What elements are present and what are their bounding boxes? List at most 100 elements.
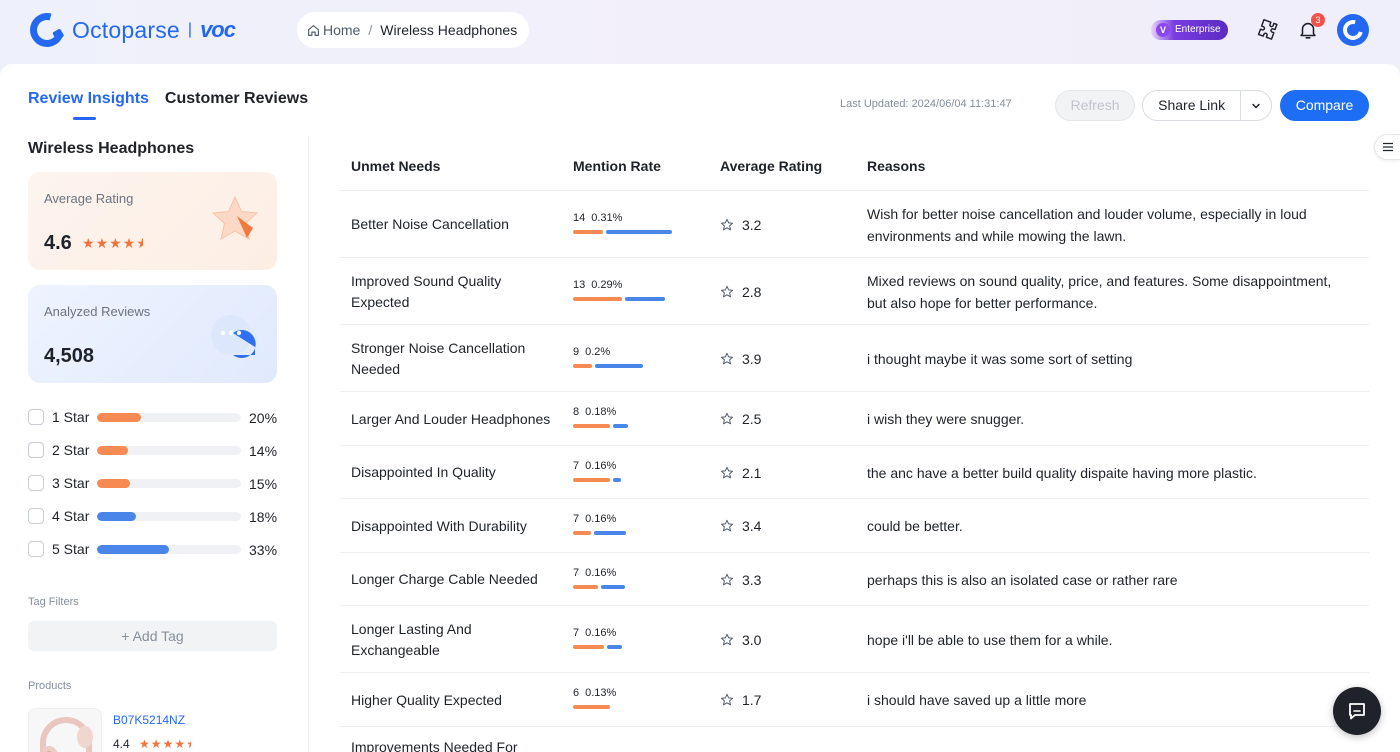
mention-rate-text: 13 0.29%: [573, 279, 703, 291]
unmet-need-cell: Stronger Noise Cancellation Needed: [351, 339, 526, 377]
average-rating-cell: 1.7: [720, 692, 761, 708]
main-panel: Review Insights Customer Reviews Last Up…: [0, 64, 1400, 752]
table-row[interactable]: Larger And Louder Headphones 8 0.18% 2.5 i w…: [340, 392, 1369, 446]
star-filter-bar-fill: [97, 545, 169, 554]
home-icon: [308, 24, 319, 36]
star-filter-bar: [97, 413, 241, 422]
column-header-mention-rate[interactable]: Mention Rate: [573, 158, 661, 174]
average-rating-cell-value: 3.2: [742, 216, 762, 233]
analyzed-reviews-card: Analyzed Reviews 4,508: [28, 285, 277, 383]
mention-rate-cell: 8 0.18%: [573, 406, 703, 428]
star-filter-checkbox[interactable]: [28, 541, 44, 557]
mention-rate-cell: 7 0.16%: [573, 627, 703, 649]
star-filter-label: 2 Star: [52, 442, 90, 458]
mention-percent: 0.16%: [585, 626, 617, 639]
chat-support-button[interactable]: [1333, 687, 1381, 735]
breadcrumb-home[interactable]: Home: [307, 22, 360, 38]
add-tag-button[interactable]: + Add Tag: [28, 621, 277, 651]
table-row[interactable]: Longer Lasting And Exchangeable 7 0.16% 3.0…: [340, 606, 1369, 673]
mention-bar-blue: [594, 531, 626, 535]
star-outline-icon: [721, 519, 733, 532]
unmet-need-cell: Larger And Louder Headphones: [351, 410, 551, 427]
share-dropdown-button[interactable]: [1240, 91, 1271, 120]
star-filter-checkbox[interactable]: [28, 475, 44, 491]
reason-cell: perhaps this is also an isolated case or…: [867, 571, 1178, 588]
voc-logo: voc: [200, 17, 236, 42]
table-row[interactable]: Disappointed In Quality 7 0.16% 2.1 the anc …: [340, 446, 1369, 499]
mention-count: 7: [573, 626, 580, 639]
mention-count: 8: [573, 406, 580, 418]
mention-rate-cell: 7 0.16%: [573, 567, 703, 589]
mention-rate-cell: 6 0.13%: [573, 687, 703, 709]
mention-bar-orange: [573, 296, 622, 301]
table-row[interactable]: Stronger Noise Cancellation Needed 9 0.2% 3…: [340, 325, 1369, 392]
column-header-reasons[interactable]: Reasons: [867, 158, 925, 174]
product-rating-stars: ★★★★★: [139, 737, 191, 751]
mention-rate-cell: 14 0.31%: [573, 212, 703, 234]
column-header-unmet-needs[interactable]: Unmet Needs: [351, 158, 440, 174]
star-filter-row[interactable]: 3 Star 15%: [28, 473, 280, 506]
breadcrumb-home-label: Home: [323, 22, 361, 38]
product-asin-link[interactable]: B07K5214NZ: [113, 713, 185, 727]
mention-rate-cell: 7 0.16%: [573, 460, 703, 482]
mention-bar-blue: [613, 424, 628, 428]
reason-cell: Wish for better noise cancellation and l…: [867, 205, 1307, 244]
mention-count: 7: [573, 459, 580, 472]
star-filter-bar: [97, 479, 241, 488]
average-rating-cell-value: 2.8: [742, 283, 762, 300]
product-thumbnail[interactable]: [28, 708, 102, 752]
tab-customer-reviews[interactable]: Customer Reviews: [165, 90, 308, 108]
unmet-needs-table: Unmet Needs Mention Rate Average Rating …: [340, 136, 1369, 752]
logo[interactable]: Octoparse | voc: [23, 6, 236, 54]
table-row[interactable]: Disappointed With Durability 7 0.16% 3.4 cou…: [340, 499, 1369, 553]
star-filter-percent: 20%: [249, 410, 278, 426]
mention-rate-cell: 13 0.29%: [573, 279, 703, 301]
mention-bar-orange: [573, 424, 610, 428]
star-filter-row[interactable]: 5 Star 33%: [28, 539, 280, 572]
mention-percent: 0.16%: [585, 459, 617, 472]
tab-review-insights[interactable]: Review Insights: [28, 90, 149, 120]
mention-rate-text: 8 0.18%: [573, 406, 703, 418]
star-filter-row[interactable]: 4 Star 18%: [28, 506, 280, 539]
mention-bar-blue: [607, 644, 622, 649]
mention-bar-orange: [573, 705, 610, 709]
table-body: Better Noise Cancellation 14 0.31% 3.2 Wish …: [340, 191, 1369, 752]
unmet-need-cell: Improvements Needed For: [351, 739, 518, 752]
star-outline-icon: [721, 285, 733, 297]
star-icon: ★: [95, 235, 110, 251]
table-row[interactable]: Improvements Needed For: [340, 727, 1369, 752]
product-title: Wireless Headphones: [28, 140, 195, 157]
mention-bar-blue: [595, 363, 643, 368]
mention-bar-blue: [601, 584, 625, 589]
compare-button[interactable]: Compare: [1280, 90, 1369, 121]
star-filter-row[interactable]: 2 Star 14%: [28, 440, 280, 473]
mention-bar-blue: [606, 229, 672, 234]
mention-rate-text: 7 0.16%: [573, 627, 703, 639]
refresh-button[interactable]: Refresh: [1055, 90, 1135, 121]
star-filter-checkbox[interactable]: [28, 508, 44, 524]
side-panel-toggle[interactable]: [1374, 134, 1400, 160]
mention-bar-orange: [573, 644, 604, 649]
star-filter-checkbox[interactable]: [28, 442, 44, 458]
column-header-average-rating[interactable]: Average Rating: [720, 158, 822, 174]
share-link-button[interactable]: Share Link: [1143, 91, 1240, 120]
table-row[interactable]: Higher Quality Expected 6 0.13% 1.7 i should…: [340, 673, 1369, 727]
mention-bar-orange: [573, 229, 603, 234]
mention-percent: 0.16%: [585, 566, 617, 579]
table-row[interactable]: Improved Sound Quality Expected 13 0.29% 2.…: [340, 258, 1369, 325]
enterprise-badge[interactable]: V Enterprise: [1151, 20, 1228, 40]
table-row[interactable]: Better Noise Cancellation 14 0.31% 3.2 Wish …: [340, 191, 1369, 258]
average-rating-label: Average Rating: [44, 191, 134, 206]
star-filter-checkbox[interactable]: [28, 409, 44, 425]
star-filter-row[interactable]: 1 Star 20%: [28, 407, 280, 440]
reason-cell: hope i'll be able to use them for a whil…: [867, 631, 1113, 648]
average-rating-cell-value: 2.1: [742, 464, 762, 481]
extension-icon[interactable]: [1257, 19, 1279, 41]
star-filter-label: 5 Star: [52, 541, 90, 557]
avatar[interactable]: [1337, 14, 1369, 46]
star-icon: ★: [122, 235, 137, 251]
reason-cell: i should have saved up a little more: [867, 692, 1087, 708]
table-row[interactable]: Longer Charge Cable Needed 7 0.16% 3.3 perha…: [340, 553, 1369, 606]
mention-bar-orange: [573, 531, 591, 535]
mention-rate-text: 6 0.13%: [573, 687, 703, 699]
